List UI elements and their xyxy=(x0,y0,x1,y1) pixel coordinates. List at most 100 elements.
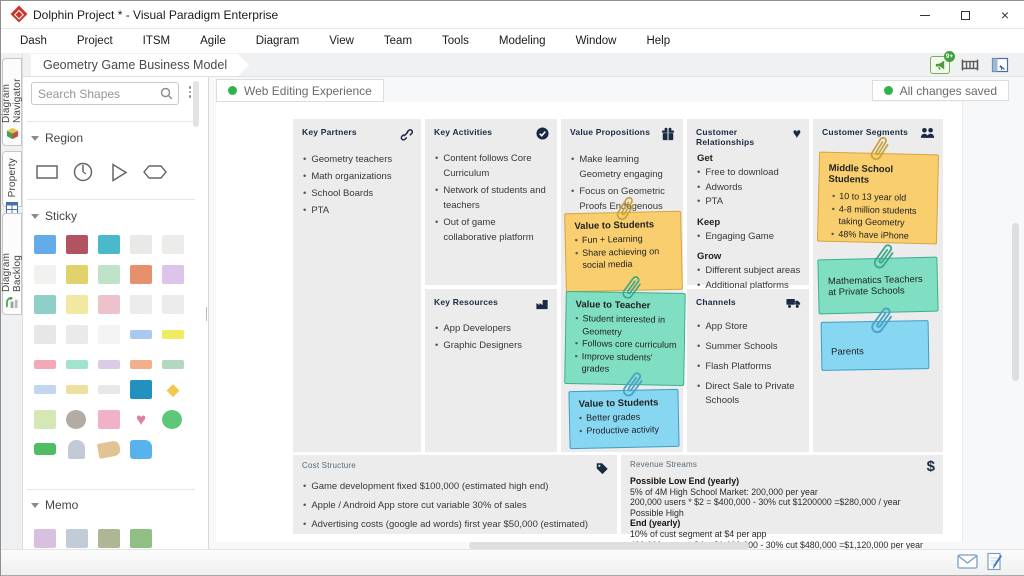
menu-item[interactable]: View xyxy=(314,29,369,53)
megaphone-icon[interactable]: 9+ xyxy=(929,55,951,75)
tab-diagram-navigator[interactable]: Diagram Navigator xyxy=(2,58,22,146)
menu-item[interactable]: Tools xyxy=(427,29,484,53)
dot-strip[interactable] xyxy=(66,385,88,394)
sticky-title: Mathematics Teachers at Private Schools xyxy=(828,274,932,299)
menu-item[interactable]: Project xyxy=(62,29,128,53)
maximize-button[interactable] xyxy=(945,1,985,29)
gray-memo[interactable] xyxy=(66,529,88,548)
section-key-partners[interactable]: Key Partners Geometry teachersMath organ… xyxy=(293,119,421,452)
section-revenue-streams[interactable]: Revenue Streams $ Possible Low End (year… xyxy=(621,455,943,534)
section-sticky[interactable]: Sticky xyxy=(31,209,77,223)
orange-tape[interactable] xyxy=(130,360,152,369)
lined-strip[interactable] xyxy=(34,385,56,394)
title-bar: Dolphin Project * - Visual Paradigm Ente… xyxy=(1,1,1024,29)
section-key-resources[interactable]: Key Resources App DevelopersGraphic Desi… xyxy=(425,289,557,452)
green-memo[interactable] xyxy=(130,529,152,548)
spiral-notepad[interactable] xyxy=(34,295,56,314)
panel-layout-icon[interactable] xyxy=(989,55,1011,75)
bag-sticker[interactable] xyxy=(162,410,182,429)
banner-sticker[interactable] xyxy=(34,443,56,455)
section-cost-structure[interactable]: Cost Structure Game development fixed $1… xyxy=(293,455,617,534)
wavy-flag[interactable] xyxy=(34,325,56,344)
green-pad[interactable] xyxy=(98,265,120,284)
frame-icon[interactable] xyxy=(959,55,981,75)
breadcrumb-label: Geometry Game Business Model xyxy=(43,58,227,72)
section-memo[interactable]: Memo xyxy=(31,498,78,512)
menu-item[interactable]: Help xyxy=(631,29,685,53)
list-item: Engaging Game xyxy=(697,230,803,244)
purple-top-note[interactable] xyxy=(162,265,184,284)
memo-palette xyxy=(34,529,184,548)
rectangle-shape-icon[interactable] xyxy=(35,161,59,183)
menu-item[interactable]: Window xyxy=(561,29,632,53)
compose-icon[interactable] xyxy=(987,552,1003,576)
clock-shape-icon[interactable] xyxy=(71,161,95,183)
pink-pinned-pad[interactable] xyxy=(98,295,120,314)
list-item: Different subject areas xyxy=(697,264,803,278)
folded-note[interactable] xyxy=(162,235,184,254)
menu-item[interactable]: Agile xyxy=(185,29,241,53)
teal-sticky[interactable] xyxy=(98,235,120,254)
heart-sticker[interactable]: ♥ xyxy=(130,410,152,429)
tag-sticker[interactable] xyxy=(97,440,121,459)
section-channels[interactable]: Channels App StoreSummer SchoolsFlash Pl… xyxy=(687,289,809,452)
list-item: Math organizations xyxy=(303,169,413,184)
web-editing-badge[interactable]: Web Editing Experience xyxy=(216,79,384,102)
tab-diagram-backlog[interactable]: Diagram Backlog xyxy=(2,213,22,315)
menu-item[interactable]: Dash xyxy=(5,29,62,53)
sticky-value-to-teacher[interactable]: Value to Teacher Student interested in G… xyxy=(564,291,686,386)
gem-sticker[interactable]: ◆ xyxy=(162,380,184,399)
blue-highlight-strip[interactable] xyxy=(130,330,152,339)
section-region[interactable]: Region xyxy=(31,131,83,145)
people-icon xyxy=(920,127,935,141)
search-icon[interactable] xyxy=(160,87,173,105)
yellow-note[interactable] xyxy=(66,295,88,314)
section-key-activities[interactable]: Key Activities Content follows Core Curr… xyxy=(425,119,557,285)
olive-memo[interactable] xyxy=(98,529,120,548)
hexagon-shape-icon[interactable] xyxy=(143,161,167,183)
teal-tape[interactable] xyxy=(66,360,88,369)
breadcrumb[interactable]: Geometry Game Business Model xyxy=(31,54,249,76)
pink-tape[interactable] xyxy=(34,360,56,369)
green-tape[interactable] xyxy=(162,360,184,369)
horizontal-scrollbar[interactable] xyxy=(469,542,749,549)
gift-sticker[interactable] xyxy=(98,410,120,429)
check-circle-icon xyxy=(536,127,549,142)
torn-note[interactable] xyxy=(130,295,152,314)
mail-icon[interactable] xyxy=(957,554,978,574)
purple-memo[interactable] xyxy=(34,529,56,548)
plaid-sticky[interactable] xyxy=(66,265,88,284)
triangle-shape-icon[interactable] xyxy=(107,161,131,183)
thumb-sticker[interactable] xyxy=(130,440,152,459)
section-customer-relationships[interactable]: Customer Relationships ♥ Get Free to dow… xyxy=(687,119,809,285)
search-input[interactable] xyxy=(38,84,156,103)
curved-note[interactable] xyxy=(66,325,88,344)
lavender-strip[interactable] xyxy=(98,360,120,369)
menu-item[interactable]: Team xyxy=(369,29,427,53)
web-editing-label: Web Editing Experience xyxy=(244,84,372,98)
yellow-highlight-strip[interactable] xyxy=(162,330,184,339)
person-sticker[interactable] xyxy=(68,440,85,459)
menu-item[interactable]: Diagram xyxy=(241,29,314,53)
red-sticky[interactable] xyxy=(66,235,88,254)
white-note[interactable] xyxy=(98,325,120,344)
gray-square-note[interactable] xyxy=(162,295,184,314)
blue-sticky[interactable] xyxy=(34,235,56,254)
list-item: Free to download xyxy=(697,166,803,180)
close-button[interactable]: × xyxy=(985,1,1024,29)
orange-sticky[interactable] xyxy=(130,265,152,284)
menu-item[interactable]: ITSM xyxy=(128,29,185,53)
pale-green-note[interactable] xyxy=(34,410,56,429)
calendar-sticker[interactable] xyxy=(130,380,152,399)
minimize-button[interactable] xyxy=(905,1,945,29)
cube-icon xyxy=(6,127,19,145)
list-item: Summer Schools xyxy=(697,340,801,354)
tab-property[interactable]: Property xyxy=(2,151,22,207)
sticky-item: Student interested in Geometry xyxy=(575,312,678,339)
gear-sticker[interactable] xyxy=(66,410,86,429)
pinned-note[interactable] xyxy=(34,265,56,284)
menu-item[interactable]: Modeling xyxy=(484,29,561,53)
vertical-scrollbar[interactable] xyxy=(1012,223,1019,381)
marker-strip[interactable] xyxy=(98,385,120,394)
gray-note[interactable] xyxy=(130,235,152,254)
